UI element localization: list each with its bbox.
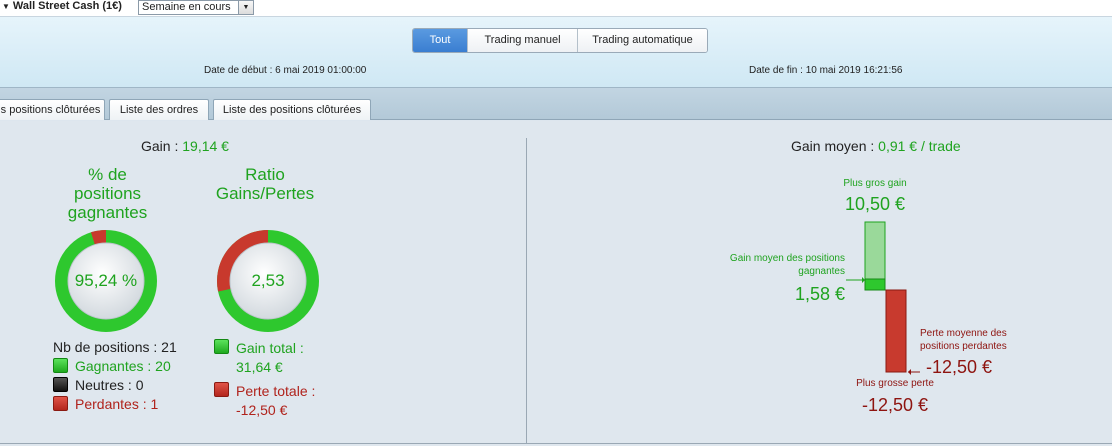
gain-loss-bar-chart — [846, 221, 920, 375]
ratio-title: Ratio Gains/Pertes — [205, 165, 325, 203]
perdantes-count: Perdantes : 1 — [75, 396, 159, 412]
plus-gros-gain-label: Plus gros gain — [843, 178, 907, 189]
triangle-down-icon: ▼ — [2, 2, 10, 11]
period-select[interactable]: Semaine en cours ▼ — [138, 0, 254, 15]
gagnantes-count: Gagnantes : 20 — [75, 358, 171, 374]
gain-moyen-positions-line1: Gain moyen des positions — [729, 253, 845, 264]
bottom-border — [0, 443, 1112, 444]
gain-label: Gain : — [141, 138, 179, 154]
tab-liste-des-positions-cloturees[interactable]: Liste des positions clôturées — [213, 99, 371, 120]
neutral-swatch-icon — [53, 377, 68, 392]
gain-moyen-value: 0,91 € / trade — [878, 138, 961, 154]
panel-divider — [526, 138, 527, 444]
plus-gros-gain-value: 10,50 € — [844, 194, 906, 214]
neutres-count: Neutres : 0 — [75, 377, 144, 393]
gain-moyen-positions-label: Gain moyen des positions gagnantes — [705, 252, 845, 278]
losing-swatch-icon — [53, 396, 68, 411]
perte-totale-swatch-icon — [214, 382, 229, 397]
gain-total-swatch-icon — [214, 339, 229, 354]
tab-liste-des-ordres[interactable]: Liste des ordres — [109, 99, 209, 120]
end-date: Date de fin : 10 mai 2019 16:21:56 — [749, 65, 903, 76]
pct-title-line3: gagnantes — [67, 203, 148, 222]
segment-trading-manuel[interactable]: Trading manuel — [467, 29, 577, 52]
pct-winning-value: 95,24 % — [74, 271, 138, 290]
tab-bar: s positions clôturées Liste des ordres L… — [0, 88, 1112, 120]
segment-tout[interactable]: Tout — [413, 29, 467, 52]
gain-moyen-positions-value: 1,58 € — [794, 284, 845, 304]
plus-grosse-perte-label: Plus grosse perte — [856, 378, 934, 389]
avg-loss-bar — [885, 289, 907, 373]
chevron-down-icon[interactable]: ▼ — [238, 1, 253, 14]
ratio-value: 2,53 — [251, 271, 285, 290]
period-select-value: Semaine en cours — [142, 1, 231, 13]
gain-total-label: Gain total : — [236, 340, 304, 356]
statistics-panel: Gain : 19,14 € % de positions gagnantes … — [0, 121, 1112, 446]
pct-title-line1: % de — [88, 165, 127, 184]
ratio-title-line1: Ratio — [245, 165, 285, 184]
perte-totale-label: Perte totale : — [236, 383, 316, 399]
account-selector[interactable]: ▼ Wall Street Cash (1€) — [0, 0, 122, 14]
trading-type-segmented-control: Tout Trading manuel Trading automatique — [412, 28, 708, 53]
perte-totale-value: -12,50 € — [236, 402, 288, 418]
nb-positions: Nb de positions : 21 — [53, 339, 177, 355]
segment-trading-automatique[interactable]: Trading automatique — [577, 29, 707, 52]
gain-moyen-label: Gain moyen : — [791, 138, 875, 154]
donut1-ring-red — [90, 230, 107, 245]
pct-winning-title: % de positions gagnantes — [50, 165, 165, 222]
gain-value: 19,14 € — [182, 138, 229, 154]
perte-moyenne-line1: Perte moyenne des — [920, 328, 1007, 339]
avg-gain-bar — [864, 278, 886, 291]
perte-moyenne-line2: positions perdantes — [920, 341, 1007, 352]
gain-summary: Gain : 19,14 € — [141, 138, 229, 154]
gain-moyen-summary: Gain moyen : 0,91 € / trade — [791, 138, 961, 154]
ratio-title-line2: Gains/Pertes — [215, 184, 315, 203]
winning-swatch-icon — [53, 358, 68, 373]
perte-moyenne-value: -12,50 € — [926, 357, 993, 377]
start-date: Date de début : 6 mai 2019 01:00:00 — [204, 65, 367, 76]
gain-moyen-positions-line2: gagnantes — [798, 266, 845, 277]
gain-total-value: 31,64 € — [236, 359, 283, 375]
perte-moyenne-label: Perte moyenne des positions perdantes — [920, 327, 1040, 353]
tab-positions-cloturees-truncated[interactable]: s positions clôturées — [0, 99, 105, 120]
top-bar: ▼ Wall Street Cash (1€) Semaine en cours … — [0, 0, 1112, 17]
plus-grosse-perte-value: -12,50 € — [861, 395, 929, 415]
avg-loss-arrow-icon — [908, 369, 911, 375]
pct-title-line2: positions — [73, 184, 142, 203]
max-gain-bar — [864, 221, 886, 285]
filter-header: Tout Trading manuel Trading automatique … — [0, 17, 1112, 88]
account-name: Wall Street Cash (1€) — [12, 0, 122, 12]
